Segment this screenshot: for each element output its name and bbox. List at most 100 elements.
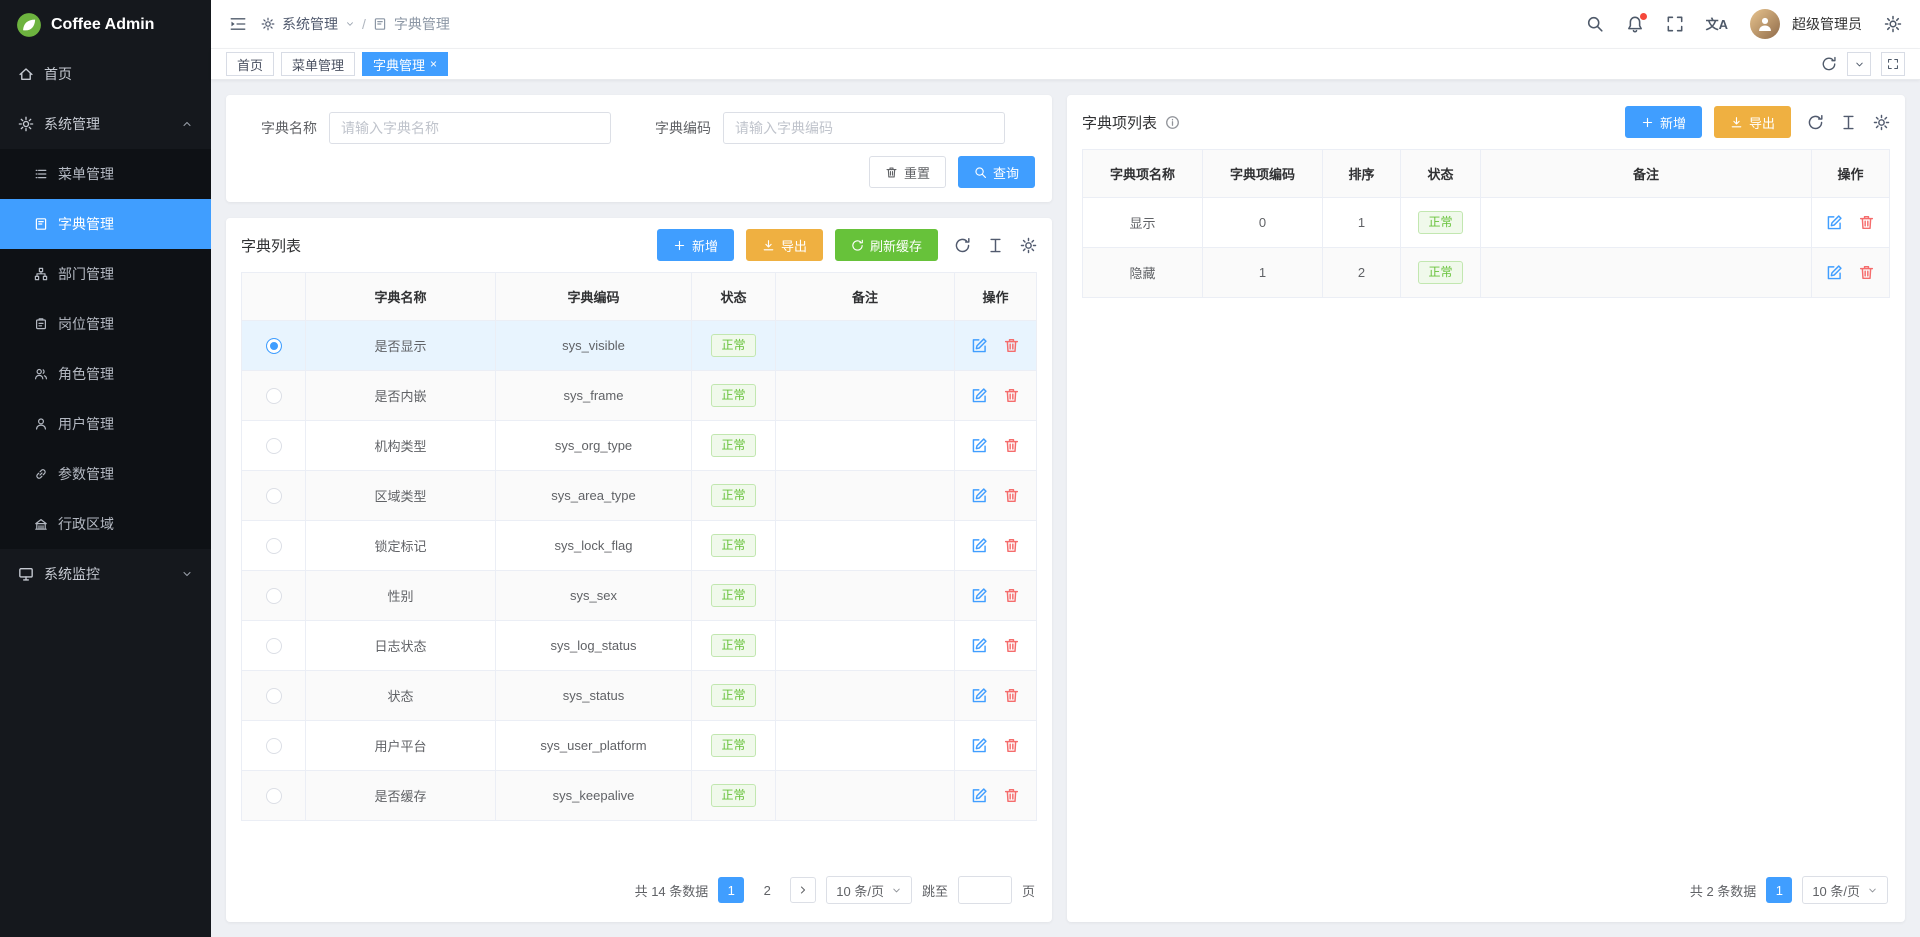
dict-code-input[interactable] (723, 112, 1005, 144)
add-dict-item-button[interactable]: 新增 (1625, 106, 1702, 138)
table-row[interactable]: 性别 sys_sex 正常 (242, 571, 1037, 621)
page-1-button[interactable]: 1 (718, 877, 744, 903)
edit-icon[interactable] (1826, 214, 1843, 231)
sidebar-item-user-management[interactable]: 用户管理 (0, 399, 211, 449)
chevron-down-icon[interactable] (345, 19, 355, 29)
edit-icon[interactable] (1826, 264, 1843, 281)
table-row[interactable]: 显示 0 1 正常 (1083, 198, 1890, 248)
breadcrumb-item-system[interactable]: 系统管理 (282, 14, 338, 34)
content-fullscreen-icon[interactable] (1881, 52, 1905, 76)
table-row[interactable]: 是否缓存 sys_keepalive 正常 (242, 771, 1037, 821)
page-size-select[interactable]: 10 条/页 (826, 876, 912, 904)
table-row[interactable]: 锁定标记 sys_lock_flag 正常 (242, 521, 1037, 571)
delete-icon[interactable] (1003, 737, 1020, 754)
delete-icon[interactable] (1003, 337, 1020, 354)
delete-icon[interactable] (1003, 687, 1020, 704)
radio-button[interactable] (266, 738, 282, 754)
page-1-button[interactable]: 1 (1766, 877, 1792, 903)
sidebar-item-home[interactable]: 首页 (0, 49, 211, 99)
tab-menu-management[interactable]: 菜单管理 (281, 52, 355, 76)
sidebar-item-menu-management[interactable]: 菜单管理 (0, 149, 211, 199)
notification-bell-icon[interactable] (1626, 15, 1644, 33)
edit-icon[interactable] (971, 337, 988, 354)
table-row[interactable]: 机构类型 sys_org_type 正常 (242, 421, 1037, 471)
edit-icon[interactable] (971, 687, 988, 704)
user-name[interactable]: 超级管理员 (1792, 14, 1862, 34)
page-2-button[interactable]: 2 (754, 877, 780, 903)
radio-button[interactable] (266, 438, 282, 454)
table-row[interactable]: 区域类型 sys_area_type 正常 (242, 471, 1037, 521)
delete-icon[interactable] (1003, 787, 1020, 804)
delete-icon[interactable] (1003, 487, 1020, 504)
add-dict-button[interactable]: 新增 (657, 229, 734, 261)
delete-icon[interactable] (1858, 264, 1875, 281)
edit-icon[interactable] (971, 737, 988, 754)
table-row[interactable]: 用户平台 sys_user_platform 正常 (242, 721, 1037, 771)
refresh-icon[interactable] (1807, 114, 1824, 131)
collapse-sidebar-icon[interactable] (229, 15, 247, 33)
avatar[interactable] (1750, 9, 1780, 39)
tab-actions-dropdown[interactable] (1847, 52, 1871, 76)
edit-icon[interactable] (971, 787, 988, 804)
column-settings-icon[interactable] (987, 237, 1004, 254)
edit-icon[interactable] (971, 537, 988, 554)
refresh-icon[interactable] (1821, 56, 1837, 72)
dict-name-input[interactable] (329, 112, 611, 144)
sidebar-item-dict-management[interactable]: 字典管理 (0, 199, 211, 249)
menu-label: 参数管理 (58, 464, 114, 484)
radio-button[interactable] (266, 688, 282, 704)
jump-page-input[interactable] (958, 876, 1012, 904)
table-row[interactable]: 状态 sys_status 正常 (242, 671, 1037, 721)
sidebar-item-dept-management[interactable]: 部门管理 (0, 249, 211, 299)
radio-button[interactable] (266, 588, 282, 604)
sidebar-item-admin-region[interactable]: 行政区域 (0, 499, 211, 549)
tab-dict-management[interactable]: 字典管理 × (362, 52, 448, 76)
info-icon[interactable] (1165, 115, 1180, 130)
edit-icon[interactable] (971, 637, 988, 654)
column-settings-icon[interactable] (1840, 114, 1857, 131)
gear-icon[interactable] (1020, 237, 1037, 254)
edit-icon[interactable] (971, 587, 988, 604)
search-icon[interactable] (1586, 15, 1604, 33)
delete-icon[interactable] (1003, 537, 1020, 554)
close-icon[interactable]: × (430, 58, 437, 70)
page-size-select[interactable]: 10 条/页 (1802, 876, 1888, 904)
sidebar-item-param-management[interactable]: 参数管理 (0, 449, 211, 499)
delete-icon[interactable] (1003, 387, 1020, 404)
table-row[interactable]: 是否显示 sys_visible 正常 (242, 321, 1037, 371)
chevron-right-icon (797, 884, 809, 896)
edit-icon[interactable] (971, 487, 988, 504)
fullscreen-icon[interactable] (1666, 15, 1684, 33)
delete-icon[interactable] (1003, 437, 1020, 454)
sidebar-item-system-monitor[interactable]: 系统监控 (0, 549, 211, 599)
sidebar-item-post-management[interactable]: 岗位管理 (0, 299, 211, 349)
settings-gear-icon[interactable] (1884, 15, 1902, 33)
delete-icon[interactable] (1858, 214, 1875, 231)
tab-home[interactable]: 首页 (226, 52, 274, 76)
edit-icon[interactable] (971, 437, 988, 454)
export-dict-button[interactable]: 导出 (746, 229, 823, 261)
sidebar-item-system-management[interactable]: 系统管理 (0, 99, 211, 149)
radio-button[interactable] (266, 538, 282, 554)
export-dict-items-button[interactable]: 导出 (1714, 106, 1791, 138)
next-page-button[interactable] (790, 877, 816, 903)
table-row[interactable]: 隐藏 1 2 正常 (1083, 248, 1890, 298)
delete-icon[interactable] (1003, 637, 1020, 654)
radio-button[interactable] (266, 788, 282, 804)
gear-icon[interactable] (1873, 114, 1890, 131)
radio-button[interactable] (266, 488, 282, 504)
radio-button[interactable] (266, 338, 282, 354)
refresh-cache-button[interactable]: 刷新缓存 (835, 229, 938, 261)
edit-icon[interactable] (971, 387, 988, 404)
sidebar-item-role-management[interactable]: 角色管理 (0, 349, 211, 399)
radio-button[interactable] (266, 388, 282, 404)
refresh-icon[interactable] (954, 237, 971, 254)
delete-icon[interactable] (1003, 587, 1020, 604)
reset-button[interactable]: 重置 (869, 156, 946, 188)
radio-button[interactable] (266, 638, 282, 654)
query-button[interactable]: 查询 (958, 156, 1035, 188)
dict-code-cell: sys_keepalive (496, 771, 692, 821)
table-row[interactable]: 是否内嵌 sys_frame 正常 (242, 371, 1037, 421)
translate-icon[interactable]: 文A (1706, 18, 1728, 31)
table-row[interactable]: 日志状态 sys_log_status 正常 (242, 621, 1037, 671)
